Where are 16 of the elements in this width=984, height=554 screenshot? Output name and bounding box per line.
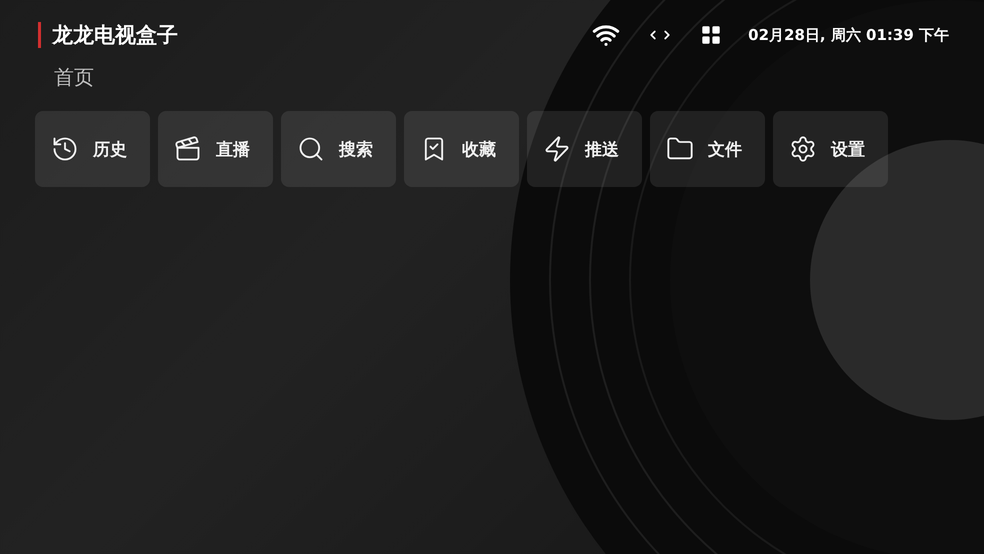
search-icon: [297, 135, 325, 163]
menu-button[interactable]: 历史: [35, 111, 150, 187]
app-title: 龙龙电视盒子: [38, 22, 178, 48]
page-title: 首页: [54, 64, 94, 91]
date-time: 02月28日, 周六 01:39 下午: [748, 26, 949, 44]
menu-button[interactable]: 搜索: [281, 111, 396, 187]
history-icon: [51, 135, 79, 163]
menu-button[interactable]: 推送: [527, 111, 642, 187]
menu-button[interactable]: 文件: [650, 111, 765, 187]
settings-icon: [789, 135, 817, 163]
lightning-icon: [543, 135, 571, 163]
menu-button[interactable]: 直播: [158, 111, 273, 187]
clapperboard-icon: [174, 135, 202, 163]
grid-icon[interactable]: [700, 24, 722, 46]
menu-button[interactable]: 收藏: [404, 111, 519, 187]
menu-button[interactable]: 设置: [773, 111, 888, 187]
